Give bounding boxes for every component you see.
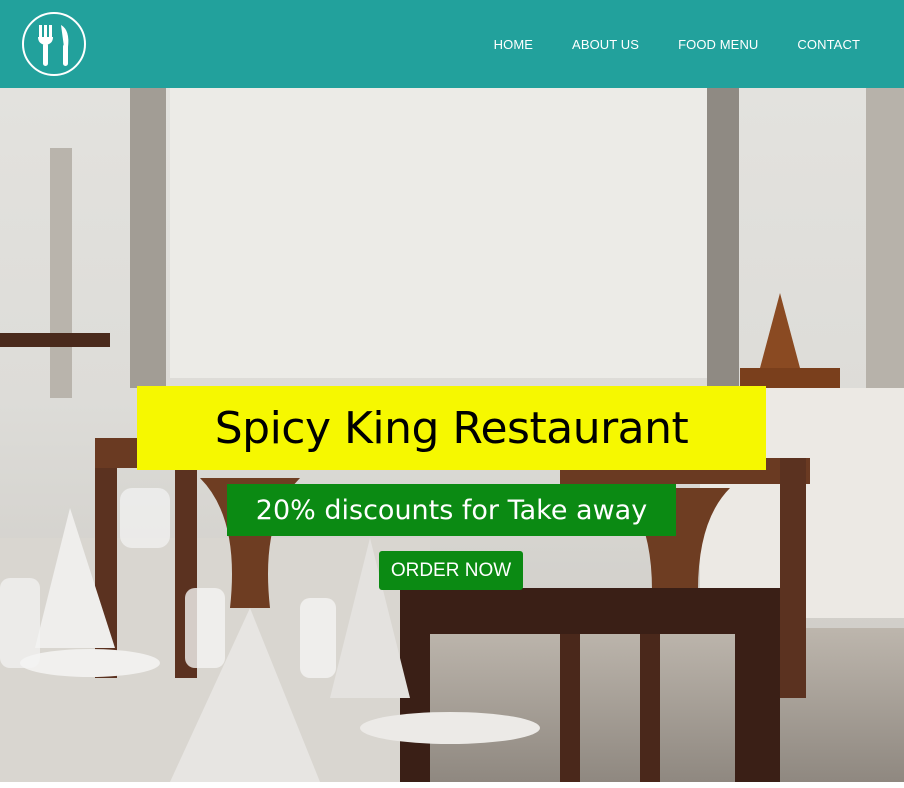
fork-knife-icon <box>38 25 69 66</box>
discount-text: 20% discounts for Take away <box>255 494 648 526</box>
hero-section: Spicy King Restaurant 20% discounts for … <box>0 88 904 782</box>
logo[interactable] <box>22 12 86 76</box>
nav-contact[interactable]: CONTACT <box>797 37 860 52</box>
discount-banner: 20% discounts for Take away <box>227 484 676 536</box>
restaurant-title-banner: Spicy King Restaurant <box>137 386 766 470</box>
restaurant-title: Spicy King Restaurant <box>214 402 689 454</box>
nav-about-us[interactable]: ABOUT US <box>572 37 639 52</box>
page-bottom-edge <box>0 782 904 788</box>
nav-food-menu[interactable]: FOOD MENU <box>678 37 758 52</box>
navbar: HOME ABOUT US FOOD MENU CONTACT <box>0 0 904 88</box>
order-now-button[interactable]: ORDER NOW <box>379 551 523 590</box>
main-nav: HOME ABOUT US FOOD MENU CONTACT <box>494 37 860 52</box>
nav-home[interactable]: HOME <box>494 37 533 52</box>
